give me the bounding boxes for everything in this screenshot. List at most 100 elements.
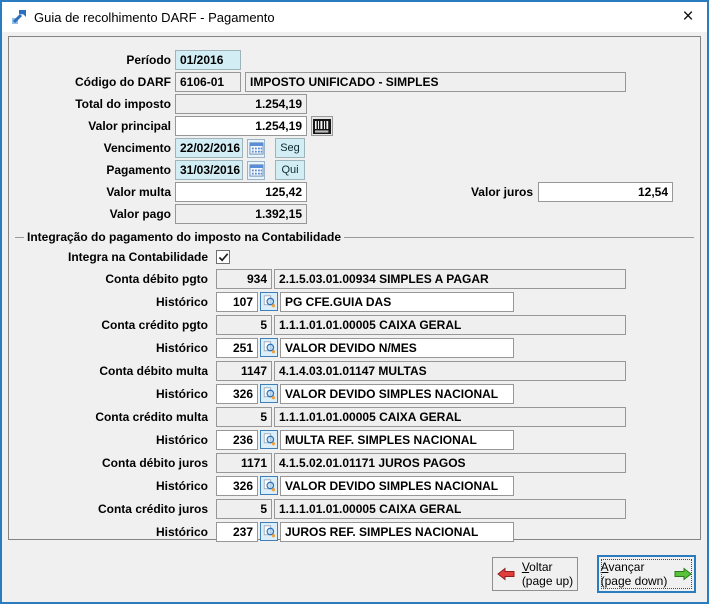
integration-rows: Conta débito pgto 934 2.1.5.03.01.00934 … [9, 267, 700, 543]
description-field: 1.1.1.01.01.00005 CAIXA GERAL [274, 499, 626, 519]
search-icon [263, 479, 276, 492]
lookup-button[interactable] [260, 384, 278, 403]
row-label: Conta débito juros [9, 456, 212, 470]
lookup-button[interactable] [260, 430, 278, 449]
row-valor-multa-juros: Valor multa 125,42 Valor juros 12,54 [9, 181, 700, 203]
codigo-darf-label: Código do DARF [9, 75, 175, 89]
codigo-darf-code-field[interactable]: 6106-01 [175, 72, 241, 92]
code-field[interactable]: 236 [216, 430, 258, 450]
check-icon [218, 252, 229, 263]
barcode-icon [312, 118, 332, 135]
arrow-right-icon [674, 567, 692, 581]
description-field: VALOR DEVIDO SIMPLES NACIONAL [280, 384, 514, 404]
dialog-window: Guia de recolhimento DARF - Pagamento × … [0, 0, 709, 604]
periodo-label: Período [9, 53, 175, 67]
pagamento-weekday-badge: Qui [275, 160, 305, 180]
code-field[interactable]: 934 [216, 269, 272, 289]
titlebar: Guia de recolhimento DARF - Pagamento × [2, 2, 707, 32]
code-field[interactable]: 237 [216, 522, 258, 542]
integration-row: Histórico 236 MULTA REF. SIMPLES NACIONA… [9, 428, 700, 451]
code-field[interactable]: 107 [216, 292, 258, 312]
description-field: 4.1.4.03.01.01147 MULTAS [274, 361, 626, 381]
row-label: Histórico [9, 433, 212, 447]
row-label: Histórico [9, 387, 212, 401]
integration-section-header: Integração do pagamento do imposto na Co… [9, 227, 700, 247]
row-label: Histórico [9, 479, 212, 493]
voltar-button[interactable]: Voltar (page up) [492, 557, 578, 591]
integration-row: Histórico 237 JUROS REF. SIMPLES NACIONA… [9, 520, 700, 543]
vencimento-field[interactable]: 22/02/2016 [175, 138, 243, 158]
codigo-darf-description-field: IMPOSTO UNIFICADO - SIMPLES [245, 72, 626, 92]
description-field: JUROS REF. SIMPLES NACIONAL [280, 522, 514, 542]
row-label: Histórico [9, 295, 212, 309]
valor-principal-field[interactable]: 1.254,19 [175, 116, 307, 136]
description-field: 4.1.5.02.01.01171 JUROS PAGOS [274, 453, 626, 473]
valor-juros-label: Valor juros [453, 185, 538, 199]
row-label: Histórico [9, 525, 212, 539]
integra-contabilidade-label: Integra na Contabilidade [9, 250, 212, 264]
row-integra-contabilidade: Integra na Contabilidade [9, 247, 700, 267]
calendar-icon [249, 163, 264, 177]
search-icon [263, 525, 276, 538]
lookup-button[interactable] [260, 476, 278, 495]
valor-pago-label: Valor pago [9, 207, 175, 221]
groupbox-line [344, 237, 694, 238]
total-imposto-label: Total do imposto [9, 97, 175, 111]
row-label: Histórico [9, 341, 212, 355]
avancar-button[interactable]: Avançar (page down) [597, 555, 696, 593]
valor-juros-field[interactable]: 12,54 [538, 182, 673, 202]
integration-row: Histórico 326 VALOR DEVIDO SIMPLES NACIO… [9, 382, 700, 405]
code-field[interactable]: 5 [216, 315, 272, 335]
row-label: Conta crédito pgto [9, 318, 212, 332]
integra-checkbox[interactable] [216, 250, 230, 264]
description-field: VALOR DEVIDO N/MES [280, 338, 514, 358]
avancar-sublabel: (page down) [601, 574, 668, 588]
search-icon [263, 295, 276, 308]
row-label: Conta crédito juros [9, 502, 212, 516]
code-field[interactable]: 251 [216, 338, 258, 358]
voltar-label: Voltar [522, 560, 573, 574]
screen: Guia de recolhimento DARF - Pagamento × … [0, 0, 709, 604]
pagamento-label: Pagamento [9, 163, 175, 177]
row-valor-principal: Valor principal 1.254,19 [9, 115, 700, 137]
integration-row: Conta débito pgto 934 2.1.5.03.01.00934 … [9, 267, 700, 290]
row-label: Conta débito multa [9, 364, 212, 378]
row-label: Conta débito pgto [9, 272, 212, 286]
close-icon: × [682, 6, 693, 28]
valor-multa-field[interactable]: 125,42 [175, 182, 307, 202]
code-field[interactable]: 5 [216, 407, 272, 427]
search-icon [263, 387, 276, 400]
periodo-field[interactable]: 01/2016 [175, 50, 241, 70]
row-vencimento: Vencimento 22/02/2016 Seg [9, 137, 700, 159]
lookup-button[interactable] [260, 522, 278, 541]
valor-multa-label: Valor multa [9, 185, 175, 199]
pagamento-calendar-button[interactable] [247, 161, 265, 180]
search-icon [263, 433, 276, 446]
lookup-button[interactable] [260, 292, 278, 311]
row-periodo: Período 01/2016 [9, 49, 700, 71]
lookup-button[interactable] [260, 338, 278, 357]
vencimento-label: Vencimento [9, 141, 175, 155]
vencimento-calendar-button[interactable] [247, 139, 265, 158]
row-pagamento: Pagamento 31/03/2016 Qui [9, 159, 700, 181]
code-field[interactable]: 326 [216, 384, 258, 404]
integration-row: Histórico 107 PG CFE.GUIA DAS [9, 290, 700, 313]
search-icon [263, 341, 276, 354]
description-field: PG CFE.GUIA DAS [280, 292, 514, 312]
code-field[interactable]: 1171 [216, 453, 272, 473]
voltar-sublabel: (page up) [522, 574, 573, 588]
pagamento-field[interactable]: 31/03/2016 [175, 160, 243, 180]
code-field[interactable]: 326 [216, 476, 258, 496]
description-field: 1.1.1.01.01.00005 CAIXA GERAL [274, 407, 626, 427]
description-field: 1.1.1.01.01.00005 CAIXA GERAL [274, 315, 626, 335]
integration-row: Conta débito multa 1147 4.1.4.03.01.0114… [9, 359, 700, 382]
groupbox-line [15, 237, 24, 238]
row-label: Conta crédito multa [9, 410, 212, 424]
barcode-button[interactable] [311, 116, 333, 136]
description-field: VALOR DEVIDO SIMPLES NACIONAL [280, 476, 514, 496]
close-button[interactable]: × [669, 2, 707, 32]
arrow-left-icon [497, 567, 515, 581]
integration-section-title: Integração do pagamento do imposto na Co… [24, 230, 344, 244]
code-field[interactable]: 1147 [216, 361, 272, 381]
code-field[interactable]: 5 [216, 499, 272, 519]
